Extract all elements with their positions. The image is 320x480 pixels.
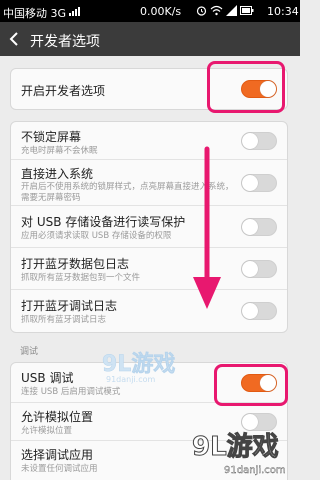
- setting-subtitle: 抓取所有蓝牙调试日志: [21, 315, 107, 325]
- setting-title: 允许模拟位置: [21, 410, 94, 424]
- setting-subtitle: 允许模拟位置: [21, 426, 73, 436]
- watermark-logo-big: 9L游戏 91danji.com: [192, 432, 286, 477]
- setting-row-no-lock[interactable]: 不锁定屏幕 充电时屏幕不会休眠: [11, 122, 287, 160]
- highlight-developer-toggle: [207, 61, 285, 113]
- status-bar: 中国移动 3G 0.00K/s 10:34: [0, 0, 300, 22]
- wifi-icon: [210, 5, 223, 16]
- section-label-debug: 调试: [20, 347, 39, 357]
- setting-title: 打开蓝牙数据包日志: [21, 257, 130, 271]
- setting-title: 对 USB 存储设备进行读写保护: [21, 215, 186, 229]
- setting-subtitle: 未设置任何调试应用: [21, 464, 98, 474]
- setting-subtitle: 充电时屏幕不会休眠: [21, 146, 98, 156]
- alarm-icon: [196, 6, 207, 16]
- watermark-logo-small: 9L游戏 91danji.com: [102, 351, 176, 384]
- battery-icon: [240, 6, 254, 15]
- toggle-knob: [242, 219, 258, 235]
- direct-enter-toggle[interactable]: [241, 174, 277, 192]
- no-lock-toggle[interactable]: [241, 132, 277, 150]
- settings-card: 不锁定屏幕 充电时屏幕不会休眠 直接进入系统 开启后不使用系统的锁屏样式，点亮屏…: [10, 121, 288, 333]
- developer-options-label: 开启开发者选项: [21, 84, 106, 98]
- signal-icon: [69, 7, 80, 16]
- setting-row-bt-debug-log[interactable]: 打开蓝牙调试日志 抓取所有蓝牙调试日志: [11, 290, 287, 332]
- carrier-label: 中国移动 3G: [3, 7, 67, 20]
- toggle-knob: [242, 133, 258, 149]
- page-title: 开发者选项: [30, 34, 100, 50]
- toggle-knob: [242, 303, 258, 319]
- svg-text:91danji.com: 91danji.com: [106, 375, 156, 384]
- setting-subtitle: 应用必须请求读取 USB 存储设备的权限: [21, 231, 172, 241]
- setting-title: 不锁定屏幕: [21, 130, 82, 144]
- bt-debug-log-toggle[interactable]: [241, 302, 277, 320]
- clock: 10:34: [267, 5, 299, 18]
- bt-packet-log-toggle[interactable]: [241, 260, 277, 278]
- svg-text:9L游戏: 9L游戏: [192, 432, 279, 462]
- setting-title: 打开蓝牙调试日志: [21, 299, 118, 313]
- setting-subtitle: 抓取所有蓝牙数据包到一个文件: [21, 273, 141, 283]
- setting-title: USB 调试: [21, 371, 74, 385]
- network-speed: 0.00K/s: [140, 5, 182, 18]
- setting-subtitle: 连接 USB 后启用调试模式: [21, 387, 121, 397]
- setting-row-usb-protect[interactable]: 对 USB 存储设备进行读写保护 应用必须请求读取 USB 存储设备的权限: [11, 206, 287, 248]
- arrow-annotation: [193, 146, 221, 309]
- back-arrow-icon[interactable]: [8, 31, 20, 47]
- setting-row-bt-packet-log[interactable]: 打开蓝牙数据包日志 抓取所有蓝牙数据包到一个文件: [11, 248, 287, 290]
- usb-protect-toggle[interactable]: [241, 218, 277, 236]
- svg-text:9L游戏: 9L游戏: [102, 351, 175, 377]
- setting-title: 选择调试应用: [21, 448, 94, 462]
- setting-row-direct-enter[interactable]: 直接进入系统 开启后不使用系统的锁屏样式，点亮屏幕直接进入系统， 需要无屏幕密码: [11, 160, 287, 206]
- toggle-knob: [242, 175, 258, 191]
- toggle-knob: [242, 261, 258, 277]
- svg-text:91danji.com: 91danji.com: [224, 465, 286, 476]
- title-bar: 开发者选项: [0, 22, 300, 56]
- highlight-usb-debug-toggle: [214, 364, 288, 406]
- signal-strength-icon: [226, 5, 237, 16]
- setting-subtitle-line2: 需要无屏幕密码: [21, 193, 81, 203]
